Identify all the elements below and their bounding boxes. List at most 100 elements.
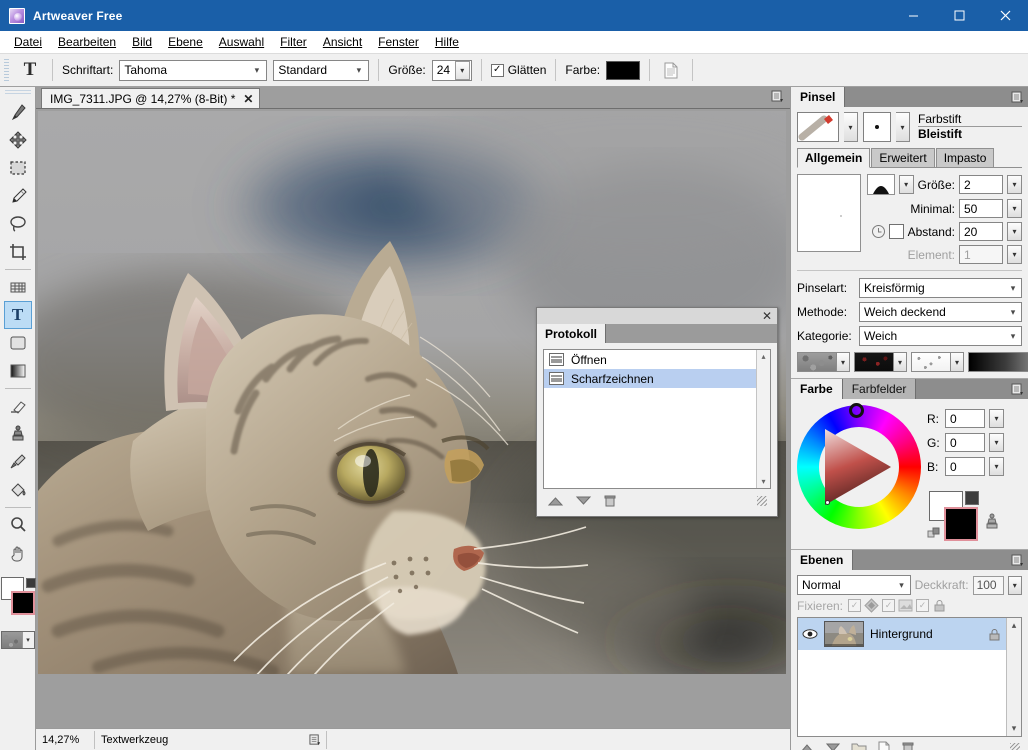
delete-layer-icon[interactable] bbox=[901, 741, 915, 750]
move-tool[interactable] bbox=[4, 126, 32, 154]
foreground-color-swatch[interactable] bbox=[10, 591, 35, 615]
menu-bild[interactable]: Bild bbox=[124, 32, 160, 52]
color-wheel[interactable] bbox=[797, 403, 921, 529]
spacing-toggle-group[interactable] bbox=[871, 224, 904, 239]
lock-position-checkbox[interactable]: ✓ bbox=[916, 599, 930, 612]
move-up-icon[interactable] bbox=[799, 742, 815, 750]
history-window[interactable]: ✕ Protokoll Öffnen Scharfzeichnen ▴ ▾ bbox=[536, 307, 778, 517]
clone-source-icon[interactable] bbox=[983, 513, 1001, 531]
panel-foreground-swatch[interactable] bbox=[944, 507, 978, 541]
font-family-select[interactable]: Tahoma ▾ bbox=[119, 59, 268, 81]
subtab-allgemein[interactable]: Allgemein bbox=[797, 148, 871, 168]
lock-transparency-checkbox[interactable]: ✓ bbox=[848, 599, 862, 612]
pattern-swatch-picker[interactable]: ▾ bbox=[0, 631, 35, 649]
crop-tool[interactable] bbox=[4, 238, 32, 266]
layer-row-hintergrund[interactable]: Hintergrund bbox=[798, 618, 1006, 650]
spacing-checkbox[interactable] bbox=[888, 224, 904, 239]
status-menu-icon[interactable] bbox=[304, 733, 326, 746]
text-color-swatch[interactable] bbox=[606, 60, 641, 80]
brush-tool[interactable] bbox=[4, 98, 32, 126]
tab-farbe[interactable]: Farbe bbox=[791, 379, 843, 399]
brush-tip-thumb[interactable] bbox=[863, 112, 891, 142]
flow-map-swatch-picker[interactable]: ▾ bbox=[854, 352, 907, 372]
menu-ansicht[interactable]: Ansicht bbox=[315, 32, 370, 52]
delete-icon[interactable] bbox=[603, 494, 617, 508]
options-bar-grip[interactable] bbox=[4, 59, 9, 81]
document-tab[interactable]: IMG_7311.JPG @ 14,27% (8-Bit) * ✕ bbox=[41, 88, 261, 108]
brush-type-select[interactable]: Kreisförmig ▾ bbox=[859, 278, 1022, 298]
history-resize-grip[interactable] bbox=[757, 496, 767, 506]
scroll-up-icon[interactable]: ▴ bbox=[1012, 620, 1017, 631]
toolbox-grip[interactable] bbox=[4, 90, 31, 96]
color-swatches[interactable] bbox=[0, 577, 36, 619]
chevron-down-icon[interactable]: ▾ bbox=[837, 352, 850, 372]
panel-resize-grip[interactable] bbox=[1010, 743, 1020, 750]
close-button[interactable] bbox=[982, 0, 1028, 31]
brush-preset-dropdown[interactable]: ▾ bbox=[844, 112, 858, 142]
pencil-tool[interactable] bbox=[4, 182, 32, 210]
history-scrollbar[interactable]: ▴ ▾ bbox=[756, 350, 770, 488]
scroll-down-icon[interactable]: ▾ bbox=[1012, 723, 1017, 734]
chevron-down-icon[interactable]: ▾ bbox=[894, 352, 907, 372]
green-stepper[interactable]: ▾ bbox=[989, 433, 1004, 452]
perspective-tool[interactable] bbox=[4, 273, 32, 301]
brush-spacing-input[interactable]: 20 bbox=[959, 222, 1003, 241]
red-stepper[interactable]: ▾ bbox=[989, 409, 1004, 428]
text-layer-icon[interactable] bbox=[659, 58, 683, 82]
new-layer-icon[interactable] bbox=[877, 741, 891, 750]
nozzle-swatch-picker[interactable]: ▾ bbox=[911, 352, 964, 372]
fill-tool[interactable] bbox=[4, 476, 32, 504]
zoom-tool[interactable] bbox=[4, 511, 32, 539]
gradient-swatch-picker[interactable]: ▾ bbox=[968, 352, 1028, 372]
eraser-tool[interactable] bbox=[4, 392, 32, 420]
font-style-select[interactable]: Standard ▾ bbox=[273, 59, 370, 81]
layers-list[interactable]: Hintergrund ▴ ▾ bbox=[797, 617, 1022, 737]
red-input[interactable]: 0 bbox=[945, 409, 985, 428]
new-group-icon[interactable] bbox=[851, 741, 867, 750]
brush-method-select[interactable]: Weich deckend ▾ bbox=[859, 302, 1022, 322]
gradient-tool[interactable] bbox=[4, 357, 32, 385]
menu-filter[interactable]: Filter bbox=[272, 32, 315, 52]
eyedropper-tool[interactable] bbox=[4, 448, 32, 476]
blend-mode-select[interactable]: Normal ▾ bbox=[797, 575, 911, 595]
menu-hilfe[interactable]: Hilfe bbox=[427, 32, 467, 52]
brush-size-input[interactable]: 2 bbox=[959, 175, 1003, 194]
brush-tip-dropdown[interactable]: ▾ bbox=[896, 112, 910, 142]
green-input[interactable]: 0 bbox=[945, 433, 985, 452]
opacity-stepper[interactable]: ▾ bbox=[1007, 575, 1022, 595]
chevron-down-icon[interactable]: ▾ bbox=[454, 60, 470, 80]
layers-scrollbar[interactable]: ▴ ▾ bbox=[1006, 618, 1021, 736]
minimize-button[interactable] bbox=[890, 0, 936, 31]
scroll-up-icon[interactable]: ▴ bbox=[761, 352, 765, 361]
antialias-checkbox[interactable]: ✓ Glätten bbox=[490, 63, 546, 77]
subtab-impasto[interactable]: Impasto bbox=[935, 148, 995, 167]
menu-bearbeiten[interactable]: Bearbeiten bbox=[50, 32, 124, 52]
color-panel-menu-icon[interactable] bbox=[1006, 379, 1028, 399]
subtab-erweitert[interactable]: Erweitert bbox=[871, 148, 935, 167]
blue-input[interactable]: 0 bbox=[945, 457, 985, 476]
brush-minimal-input[interactable]: 50 bbox=[959, 199, 1003, 218]
chevron-down-icon[interactable]: ▾ bbox=[951, 352, 964, 372]
tabstrip-menu-icon[interactable] bbox=[771, 90, 784, 106]
tab-ebenen[interactable]: Ebenen bbox=[791, 550, 854, 570]
history-item-scharfzeichnen[interactable]: Scharfzeichnen bbox=[544, 369, 756, 388]
menu-fenster[interactable]: Fenster bbox=[370, 32, 427, 52]
hue-marker[interactable] bbox=[849, 403, 864, 418]
brush-spacing-dropdown[interactable]: ▾ bbox=[1007, 222, 1022, 241]
brush-shape-dropdown[interactable]: ▾ bbox=[898, 175, 914, 194]
history-list[interactable]: Öffnen Scharfzeichnen ▴ ▾ bbox=[543, 349, 771, 489]
triangle-marker[interactable] bbox=[825, 500, 830, 505]
hand-tool[interactable] bbox=[4, 539, 32, 567]
brush-panel-menu-icon[interactable] bbox=[1006, 87, 1028, 107]
brush-kategorie-select[interactable]: Weich ▾ bbox=[859, 326, 1022, 346]
menu-datei[interactable]: Datei bbox=[6, 32, 50, 52]
menu-ebene[interactable]: Ebene bbox=[160, 32, 211, 52]
font-size-stepper[interactable]: 24 ▾ bbox=[431, 59, 472, 81]
brush-preset-thumb[interactable] bbox=[797, 112, 839, 142]
marquee-tool[interactable] bbox=[4, 154, 32, 182]
tab-farbfelder[interactable]: Farbfelder bbox=[842, 379, 917, 399]
close-icon[interactable]: ✕ bbox=[243, 92, 253, 106]
opacity-input[interactable]: 100 bbox=[972, 575, 1004, 595]
blue-stepper[interactable]: ▾ bbox=[989, 457, 1004, 476]
eye-icon[interactable] bbox=[802, 628, 818, 640]
